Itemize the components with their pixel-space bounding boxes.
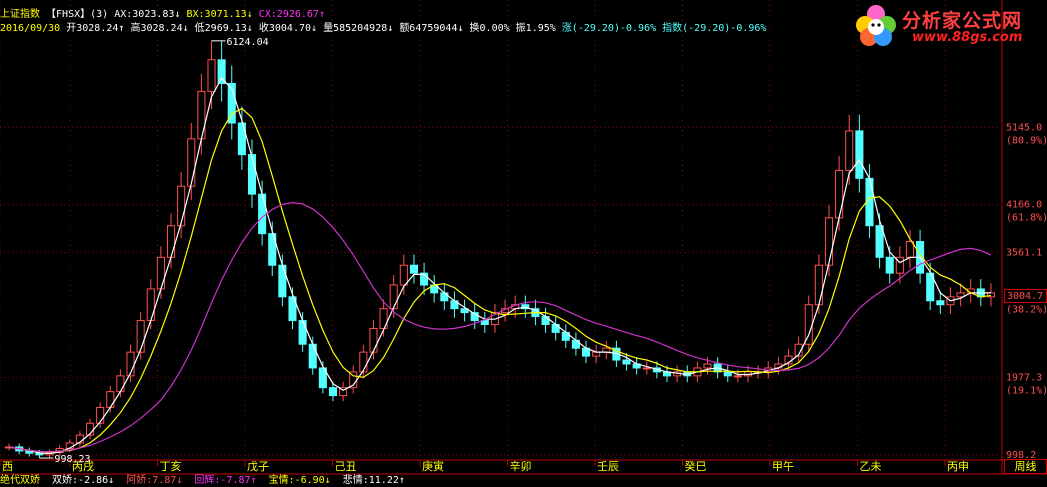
index-name: 上证指数 <box>0 9 40 20</box>
high-value: 高3028.24↓ <box>130 23 189 34</box>
indicator-value: 阿娇:7.87↓ <box>126 475 183 486</box>
candle-body <box>399 264 408 286</box>
kline-chart[interactable]: 5145.0 (80.9%) 4166.0 (61.8%) 3561.1 (38.2%) 1… <box>0 0 1047 487</box>
turnover-value: 换0.00% <box>469 23 510 34</box>
indicator-bar: 绝代双娇 双娇:-2.86↓ 阿娇:7.87↓ 回辉:-7.87↑ 宝情:-6.… <box>0 474 1047 487</box>
candle-body <box>369 327 378 353</box>
change-value: 涨(-29.20)-0.96% <box>561 23 657 34</box>
candle-body <box>855 130 864 179</box>
time-axis-label: 戊子 <box>247 460 269 473</box>
candle-body <box>622 359 631 365</box>
fib-percent-label: (80.9%) <box>1006 135 1047 146</box>
flower-logo-icon <box>856 5 896 46</box>
candle-body <box>116 375 125 393</box>
time-axis-label: 庚寅 <box>422 459 444 473</box>
candle-body <box>804 304 813 345</box>
candle-body <box>187 138 196 187</box>
time-axis-label: 丙申 <box>947 460 969 473</box>
time-axis-label: 癸巳 <box>685 459 707 473</box>
candle-body <box>207 59 216 92</box>
time-axis-label: 西 <box>2 460 13 473</box>
candle-body <box>106 391 115 408</box>
candle-body <box>146 288 155 322</box>
price-axis-label: 1977.3 <box>1006 373 1042 384</box>
candle-body <box>592 351 601 357</box>
candle-body <box>197 90 206 140</box>
time-axis-label: 丁亥 <box>160 459 182 473</box>
candle-body <box>733 375 742 378</box>
low-marker-label: 998.23 <box>54 454 90 465</box>
candle-body <box>814 264 823 306</box>
ax-value: AX:3023.83↓ <box>114 9 181 20</box>
candle-body <box>723 371 732 377</box>
price-axis-label: 4166.0 <box>1006 200 1042 211</box>
candle-body <box>936 300 945 306</box>
stock-chart-window: 5145.0 (80.9%) 4166.0 (61.8%) 3561.1 (38.2%) 1… <box>0 0 1047 487</box>
index-change-value: 指数(-29.20)-0.96% <box>662 23 767 34</box>
time-axis-label: 甲午 <box>772 460 794 473</box>
ma-fast-line <box>8 77 991 455</box>
indicator-title: 绝代双娇 <box>0 475 40 486</box>
site-logo: 分析家公式网 www.88gs.com <box>852 2 1047 48</box>
candle-body <box>845 130 854 171</box>
candle-body <box>835 169 844 219</box>
amplitude-value: 振1.95% <box>515 23 556 34</box>
candle-body <box>389 284 398 310</box>
candle-body <box>136 320 145 353</box>
candle-body <box>328 387 338 397</box>
candle-body <box>824 217 834 266</box>
fib-percent-label: (38.2%) <box>1006 304 1047 315</box>
logo-url: www.88gs.com <box>912 30 1023 45</box>
high-marker-label: 6124.04 <box>227 37 269 48</box>
logo-title: 分析家公式网 <box>902 10 1023 32</box>
fib-percent-label: (19.1%) <box>1006 386 1047 397</box>
low-value: 低2969.13↓ <box>194 23 253 34</box>
fib-percent-label: (61.8%) <box>1006 213 1047 224</box>
volume-value: 量585204928↓ <box>323 23 394 34</box>
candle-body <box>308 343 317 369</box>
cx-value: CX:2926.67↑ <box>258 9 325 20</box>
candle-body <box>298 320 307 345</box>
candle-body <box>359 351 368 373</box>
time-axis-label: 壬辰 <box>597 460 619 473</box>
open-value: 开3028.24↑ <box>66 23 125 34</box>
candle-body <box>875 225 884 258</box>
candle-body <box>247 154 257 195</box>
candle-body <box>156 256 165 290</box>
candle-body <box>409 264 419 274</box>
price-axis-label: 3561.1 <box>1006 248 1042 259</box>
candle-body <box>703 363 712 369</box>
candle-body <box>905 241 915 258</box>
indicator-name: 【FHSX】(3) <box>46 9 109 20</box>
indicator-value: 悲情:11.22↑ <box>342 475 405 486</box>
cycle-button[interactable]: 周线 <box>1004 459 1047 474</box>
header-line-2: 2016/09/30 开3028.24↑ 高3028.24↓ 低2969.13↓… <box>0 23 766 35</box>
header-line-1: 上证指数 【FHSX】(3) AX:3023.83↓ BX:3071.13↓ C… <box>0 9 325 21</box>
ma-slow-line <box>8 201 992 453</box>
candle-body <box>278 264 287 298</box>
indicator-value: 双娇:-2.86↓ <box>52 475 115 486</box>
time-axis-label: 辛卯 <box>510 459 532 473</box>
time-axis-label: 乙未 <box>860 460 882 473</box>
time-axis-label: 己丑 <box>335 460 357 473</box>
candle-body <box>642 367 651 370</box>
candle-body <box>166 225 176 258</box>
candle-body <box>177 185 186 227</box>
price-axis-label: 5145.0 <box>1006 122 1042 133</box>
candle-body <box>258 193 267 235</box>
ma-mid-line <box>8 107 991 453</box>
bx-value: BX:3071.13↓ <box>186 9 253 20</box>
current-price-tag: 3004.7 <box>1004 289 1047 304</box>
candle-body <box>571 339 580 349</box>
candle-body <box>96 406 105 424</box>
close-value: 收3004.70↓ <box>258 23 318 34</box>
indicator-value: 宝情:-6.90↓ <box>268 475 331 486</box>
date-value: 2016/09/30 <box>0 23 61 34</box>
indicator-value: 回辉:-7.87↑ <box>194 475 257 486</box>
amount-value: 额64759044↓ <box>399 23 464 34</box>
candle-body <box>885 256 894 274</box>
candle-body <box>440 292 449 302</box>
